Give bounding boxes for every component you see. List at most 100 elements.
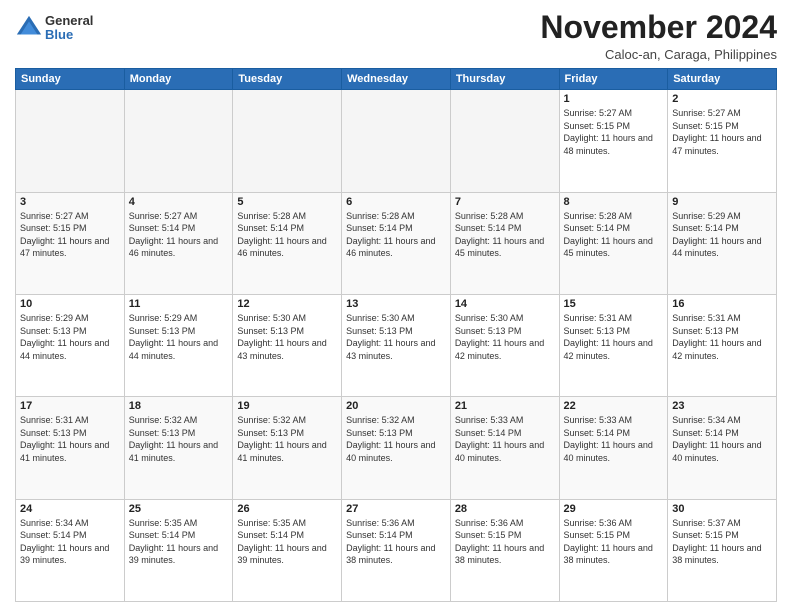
logo-text: General Blue	[45, 14, 93, 43]
day-cell: 25 Sunrise: 5:35 AMSunset: 5:14 PMDayligh…	[124, 499, 233, 601]
day-number: 12	[237, 298, 337, 310]
day-cell: 10 Sunrise: 5:29 AMSunset: 5:13 PMDayligh…	[16, 294, 125, 396]
day-cell: 4 Sunrise: 5:27 AMSunset: 5:14 PMDaylight…	[124, 192, 233, 294]
logo-icon	[15, 14, 43, 42]
day-cell: 30 Sunrise: 5:37 AMSunset: 5:15 PMDayligh…	[668, 499, 777, 601]
logo-general: General	[45, 14, 93, 28]
day-number: 16	[672, 298, 772, 310]
day-number: 7	[455, 196, 555, 208]
day-cell: 26Sunrise: 5:35 AMSunset: 5:14 PMDayligh…	[233, 499, 342, 601]
day-info: Sunrise: 5:29 AMSunset: 5:14 PMDaylight:…	[672, 210, 772, 260]
day-number: 22	[564, 400, 664, 412]
day-number: 24	[20, 503, 120, 515]
day-cell: 11 Sunrise: 5:29 AMSunset: 5:13 PMDayligh…	[124, 294, 233, 396]
day-cell: 22Sunrise: 5:33 AMSunset: 5:14 PMDayligh…	[559, 397, 668, 499]
day-number: 19	[237, 400, 337, 412]
day-cell: 20 Sunrise: 5:32 AMSunset: 5:13 PMDayligh…	[342, 397, 451, 499]
day-number: 28	[455, 503, 555, 515]
day-info: Sunrise: 5:27 AMSunset: 5:15 PMDaylight:…	[564, 107, 664, 157]
logo-blue: Blue	[45, 28, 93, 42]
day-info: Sunrise: 5:29 AMSunset: 5:13 PMDaylight:…	[20, 312, 120, 362]
day-cell: 7 Sunrise: 5:28 AMSunset: 5:14 PMDaylight…	[450, 192, 559, 294]
weekday-saturday: Saturday	[668, 69, 777, 90]
weekday-thursday: Thursday	[450, 69, 559, 90]
weekday-friday: Friday	[559, 69, 668, 90]
day-cell: 13Sunrise: 5:30 AMSunset: 5:13 PMDayligh…	[342, 294, 451, 396]
day-info: Sunrise: 5:27 AMSunset: 5:14 PMDaylight:…	[129, 210, 229, 260]
day-info: Sunrise: 5:35 AMSunset: 5:14 PMDaylight:…	[129, 517, 229, 567]
day-info: Sunrise: 5:33 AMSunset: 5:14 PMDaylight:…	[455, 414, 555, 464]
day-number: 25	[129, 503, 229, 515]
day-number: 2	[672, 93, 772, 105]
day-cell: 2 Sunrise: 5:27 AMSunset: 5:15 PMDaylight…	[668, 90, 777, 192]
day-number: 10	[20, 298, 120, 310]
header: General Blue November 2024 Caloc-an, Car…	[15, 10, 777, 62]
day-info: Sunrise: 5:34 AMSunset: 5:14 PMDaylight:…	[20, 517, 120, 567]
day-cell: 19 Sunrise: 5:32 AMSunset: 5:13 PMDayligh…	[233, 397, 342, 499]
day-info: Sunrise: 5:31 AMSunset: 5:13 PMDaylight:…	[672, 312, 772, 362]
day-cell: 27Sunrise: 5:36 AMSunset: 5:14 PMDayligh…	[342, 499, 451, 601]
calendar: SundayMondayTuesdayWednesdayThursdayFrid…	[15, 68, 777, 602]
day-cell: 17Sunrise: 5:31 AMSunset: 5:13 PMDayligh…	[16, 397, 125, 499]
month-title: November 2024	[540, 10, 777, 45]
day-number: 18	[129, 400, 229, 412]
day-number: 3	[20, 196, 120, 208]
day-info: Sunrise: 5:27 AMSunset: 5:15 PMDaylight:…	[20, 210, 120, 260]
day-info: Sunrise: 5:27 AMSunset: 5:15 PMDaylight:…	[672, 107, 772, 157]
location: Caloc-an, Caraga, Philippines	[540, 47, 777, 62]
day-info: Sunrise: 5:28 AMSunset: 5:14 PMDaylight:…	[455, 210, 555, 260]
calendar-header: SundayMondayTuesdayWednesdayThursdayFrid…	[16, 69, 777, 90]
day-info: Sunrise: 5:32 AMSunset: 5:13 PMDaylight:…	[237, 414, 337, 464]
day-info: Sunrise: 5:32 AMSunset: 5:13 PMDaylight:…	[346, 414, 446, 464]
day-info: Sunrise: 5:32 AMSunset: 5:13 PMDaylight:…	[129, 414, 229, 464]
day-cell	[16, 90, 125, 192]
week-row-5: 24 Sunrise: 5:34 AMSunset: 5:14 PMDayligh…	[16, 499, 777, 601]
day-info: Sunrise: 5:37 AMSunset: 5:15 PMDaylight:…	[672, 517, 772, 567]
day-info: Sunrise: 5:34 AMSunset: 5:14 PMDaylight:…	[672, 414, 772, 464]
day-number: 29	[564, 503, 664, 515]
day-cell: 23 Sunrise: 5:34 AMSunset: 5:14 PMDayligh…	[668, 397, 777, 499]
day-info: Sunrise: 5:28 AMSunset: 5:14 PMDaylight:…	[237, 210, 337, 260]
day-number: 23	[672, 400, 772, 412]
day-number: 20	[346, 400, 446, 412]
day-number: 6	[346, 196, 446, 208]
day-number: 1	[564, 93, 664, 105]
day-cell: 6 Sunrise: 5:28 AMSunset: 5:14 PMDaylight…	[342, 192, 451, 294]
day-number: 9	[672, 196, 772, 208]
day-cell: 24 Sunrise: 5:34 AMSunset: 5:14 PMDayligh…	[16, 499, 125, 601]
day-number: 11	[129, 298, 229, 310]
week-row-3: 10 Sunrise: 5:29 AMSunset: 5:13 PMDayligh…	[16, 294, 777, 396]
weekday-monday: Monday	[124, 69, 233, 90]
weekday-header-row: SundayMondayTuesdayWednesdayThursdayFrid…	[16, 69, 777, 90]
day-cell: 8 Sunrise: 5:28 AMSunset: 5:14 PMDaylight…	[559, 192, 668, 294]
day-cell: 12 Sunrise: 5:30 AMSunset: 5:13 PMDayligh…	[233, 294, 342, 396]
day-info: Sunrise: 5:36 AMSunset: 5:14 PMDaylight:…	[346, 517, 446, 567]
weekday-tuesday: Tuesday	[233, 69, 342, 90]
day-cell	[342, 90, 451, 192]
title-section: November 2024 Caloc-an, Caraga, Philippi…	[540, 10, 777, 62]
day-cell: 29Sunrise: 5:36 AMSunset: 5:15 PMDayligh…	[559, 499, 668, 601]
day-info: Sunrise: 5:36 AMSunset: 5:15 PMDaylight:…	[455, 517, 555, 567]
day-number: 26	[237, 503, 337, 515]
day-cell: 18 Sunrise: 5:32 AMSunset: 5:13 PMDayligh…	[124, 397, 233, 499]
day-info: Sunrise: 5:30 AMSunset: 5:13 PMDaylight:…	[346, 312, 446, 362]
day-cell: 28 Sunrise: 5:36 AMSunset: 5:15 PMDayligh…	[450, 499, 559, 601]
day-number: 5	[237, 196, 337, 208]
day-info: Sunrise: 5:28 AMSunset: 5:14 PMDaylight:…	[564, 210, 664, 260]
week-row-1: 1 Sunrise: 5:27 AMSunset: 5:15 PMDaylight…	[16, 90, 777, 192]
day-info: Sunrise: 5:31 AMSunset: 5:13 PMDaylight:…	[20, 414, 120, 464]
week-row-2: 3 Sunrise: 5:27 AMSunset: 5:15 PMDaylight…	[16, 192, 777, 294]
weekday-wednesday: Wednesday	[342, 69, 451, 90]
week-row-4: 17Sunrise: 5:31 AMSunset: 5:13 PMDayligh…	[16, 397, 777, 499]
day-number: 8	[564, 196, 664, 208]
day-number: 4	[129, 196, 229, 208]
day-cell	[450, 90, 559, 192]
day-info: Sunrise: 5:30 AMSunset: 5:13 PMDaylight:…	[237, 312, 337, 362]
day-number: 30	[672, 503, 772, 515]
day-info: Sunrise: 5:28 AMSunset: 5:14 PMDaylight:…	[346, 210, 446, 260]
day-info: Sunrise: 5:29 AMSunset: 5:13 PMDaylight:…	[129, 312, 229, 362]
day-cell: 9 Sunrise: 5:29 AMSunset: 5:14 PMDaylight…	[668, 192, 777, 294]
weekday-sunday: Sunday	[16, 69, 125, 90]
day-number: 14	[455, 298, 555, 310]
day-cell: 14Sunrise: 5:30 AMSunset: 5:13 PMDayligh…	[450, 294, 559, 396]
